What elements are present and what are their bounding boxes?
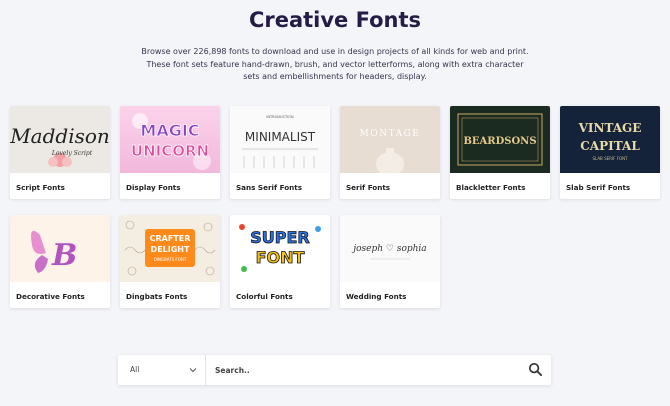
category-label: Blackletter Fonts: [456, 183, 526, 192]
category-card-wedding[interactable]: joseph ♡ sophia Wedding Fonts: [340, 215, 440, 308]
category-label: Sans Serif Fonts: [236, 183, 302, 192]
thumbnail-display: MAGIC UNICORN: [120, 106, 220, 173]
svg-text:CAPITAL: CAPITAL: [580, 139, 640, 153]
category-card-display[interactable]: MAGIC UNICORN Display Fonts: [120, 106, 220, 199]
search-bar: All: [118, 355, 551, 385]
category-label: Serif Fonts: [346, 183, 391, 192]
svg-text:UNICORN: UNICORN: [131, 142, 209, 160]
search-input[interactable]: [207, 355, 517, 385]
svg-text:Maddison: Maddison: [10, 124, 110, 148]
category-label: Slab Serif Fonts: [566, 183, 631, 192]
page-title: Creative Fonts: [248, 8, 422, 32]
svg-text:BEARDSONS: BEARDSONS: [463, 136, 536, 147]
thumbnail-dingbats: CRAFTER DELIGHT DINGBATS FONT: [120, 215, 220, 282]
thumbnail-sans-serif: INTRODUCTION MINIMALIST: [230, 106, 330, 173]
category-label: Decorative Fonts: [16, 292, 85, 301]
chevron-down-icon: [189, 368, 197, 373]
category-card-colorful[interactable]: SUPER FONT Colorful Fonts: [230, 215, 330, 308]
category-card-serif[interactable]: MONTAGE Serif Fonts: [340, 106, 440, 199]
category-card-script[interactable]: Maddison Lovely Script Script Fonts: [10, 106, 110, 199]
svg-text:DELIGHT: DELIGHT: [151, 245, 190, 254]
category-select-value: All: [130, 365, 140, 374]
category-card-sans-serif[interactable]: INTRODUCTION MINIMALIST Sans Serif Fonts: [230, 106, 330, 199]
thumbnail-wedding: joseph ♡ sophia: [340, 215, 440, 282]
svg-text:VINTAGE: VINTAGE: [578, 121, 642, 135]
category-select[interactable]: All: [118, 355, 206, 385]
thumbnail-script: Maddison Lovely Script: [10, 106, 110, 173]
svg-text:INTRODUCTION: INTRODUCTION: [266, 115, 294, 119]
svg-text:MINIMALIST: MINIMALIST: [245, 130, 316, 144]
search-icon[interactable]: [528, 362, 543, 377]
category-label: Wedding Fonts: [346, 292, 407, 301]
category-card-decorative[interactable]: B Decorative Fonts: [10, 215, 110, 308]
thumbnail-serif: MONTAGE: [340, 106, 440, 173]
svg-text:DINGBATS FONT: DINGBATS FONT: [154, 257, 187, 262]
svg-text:FONT: FONT: [256, 248, 305, 267]
category-label: Dingbats Fonts: [126, 292, 188, 301]
page-description: Browse over 226,898 fonts to download an…: [141, 47, 529, 81]
category-card-blackletter[interactable]: BEARDSONS Blackletter Fonts: [450, 106, 550, 199]
thumbnail-slab-serif: VINTAGE CAPITAL SLAB SERIF FONT: [560, 106, 660, 173]
thumbnail-colorful: SUPER FONT: [230, 215, 330, 282]
thumbnail-decorative: B: [10, 215, 110, 282]
category-card-dingbats[interactable]: CRAFTER DELIGHT DINGBATS FONT Dingbats F…: [120, 215, 220, 308]
category-label: Script Fonts: [16, 183, 65, 192]
svg-text:SUPER: SUPER: [250, 228, 310, 247]
svg-text:MAGIC: MAGIC: [140, 121, 199, 140]
svg-text:SLAB SERIF FONT: SLAB SERIF FONT: [592, 156, 628, 161]
svg-text:MONTAGE: MONTAGE: [360, 129, 421, 139]
svg-text:Lovely Script: Lovely Script: [51, 150, 93, 157]
svg-text:joseph ♡ sophia: joseph ♡ sophia: [351, 244, 426, 254]
category-label: Colorful Fonts: [236, 292, 293, 301]
category-label: Display Fonts: [126, 183, 181, 192]
svg-text:CRAFTER: CRAFTER: [150, 234, 191, 243]
svg-text:B: B: [51, 238, 77, 273]
thumbnail-blackletter: BEARDSONS: [450, 106, 550, 173]
category-card-slab-serif[interactable]: VINTAGE CAPITAL SLAB SERIF FONT Slab Ser…: [560, 106, 660, 199]
